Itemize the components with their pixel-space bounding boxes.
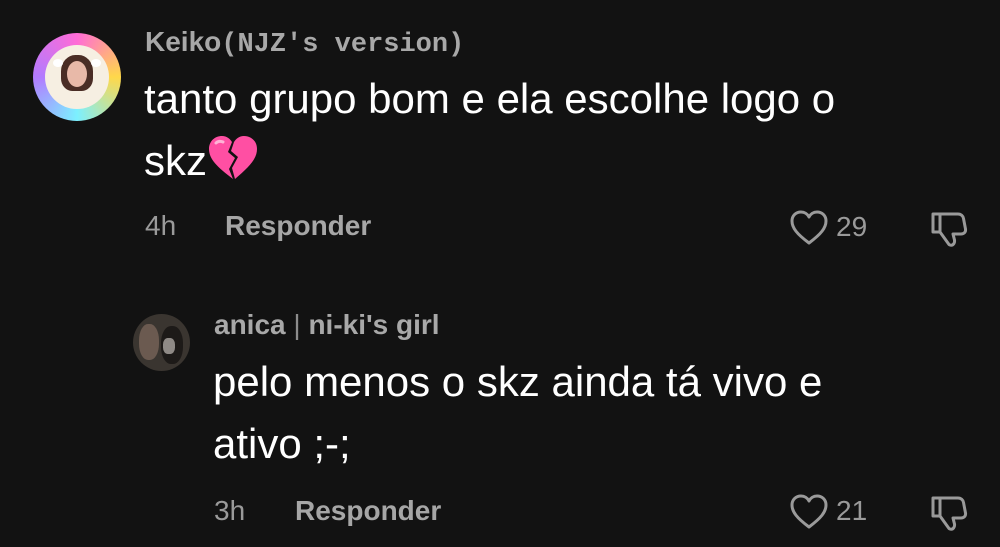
username[interactable]: anica | ni-ki's girl: [214, 309, 440, 341]
comment-text-line: skz: [144, 130, 835, 192]
username-separator: |: [293, 309, 301, 340]
like-count: 21: [836, 495, 868, 526]
like-count: 29: [836, 211, 868, 242]
comment-text-line: ativo ;-;: [213, 420, 351, 467]
broken-heart-icon: [209, 136, 257, 179]
comment-text-end: skz: [144, 137, 207, 184]
reply-button[interactable]: Responder: [295, 495, 441, 527]
username-suffix: (NJZ's version): [221, 30, 465, 60]
avatar[interactable]: [133, 314, 190, 371]
reply-button[interactable]: Responder: [225, 210, 371, 242]
avatar-photo: [45, 45, 109, 109]
comment-text: pelo menos o skz ainda tá vivo e ativo ;…: [213, 351, 822, 475]
comment-text-line: tanto grupo bom e ela escolhe logo o: [144, 75, 836, 122]
username[interactable]: Keiko(NJZ's version): [145, 26, 464, 60]
heart-outline-icon[interactable]: [789, 209, 829, 247]
timestamp: 3h: [214, 495, 246, 526]
avatar-person-left: [139, 324, 159, 360]
thumbs-down-icon[interactable]: [929, 208, 969, 248]
username-main: anica: [214, 309, 286, 340]
timestamp: 4h: [145, 210, 177, 241]
username-main: Keiko: [145, 26, 222, 57]
comment-text-line: pelo menos o skz ainda tá vivo e: [213, 358, 823, 405]
avatar-face: [67, 61, 87, 87]
avatar[interactable]: [33, 33, 121, 121]
thumbs-down-icon[interactable]: [929, 492, 969, 532]
heart-outline-icon[interactable]: [789, 493, 829, 531]
avatar-bow-left: [53, 59, 63, 67]
username-suffix: ni-ki's girl: [308, 309, 440, 340]
comment-text: tanto grupo bom e ela escolhe logo o skz: [144, 68, 835, 192]
avatar-bow-right: [91, 59, 101, 67]
avatar-phone: [163, 338, 175, 354]
